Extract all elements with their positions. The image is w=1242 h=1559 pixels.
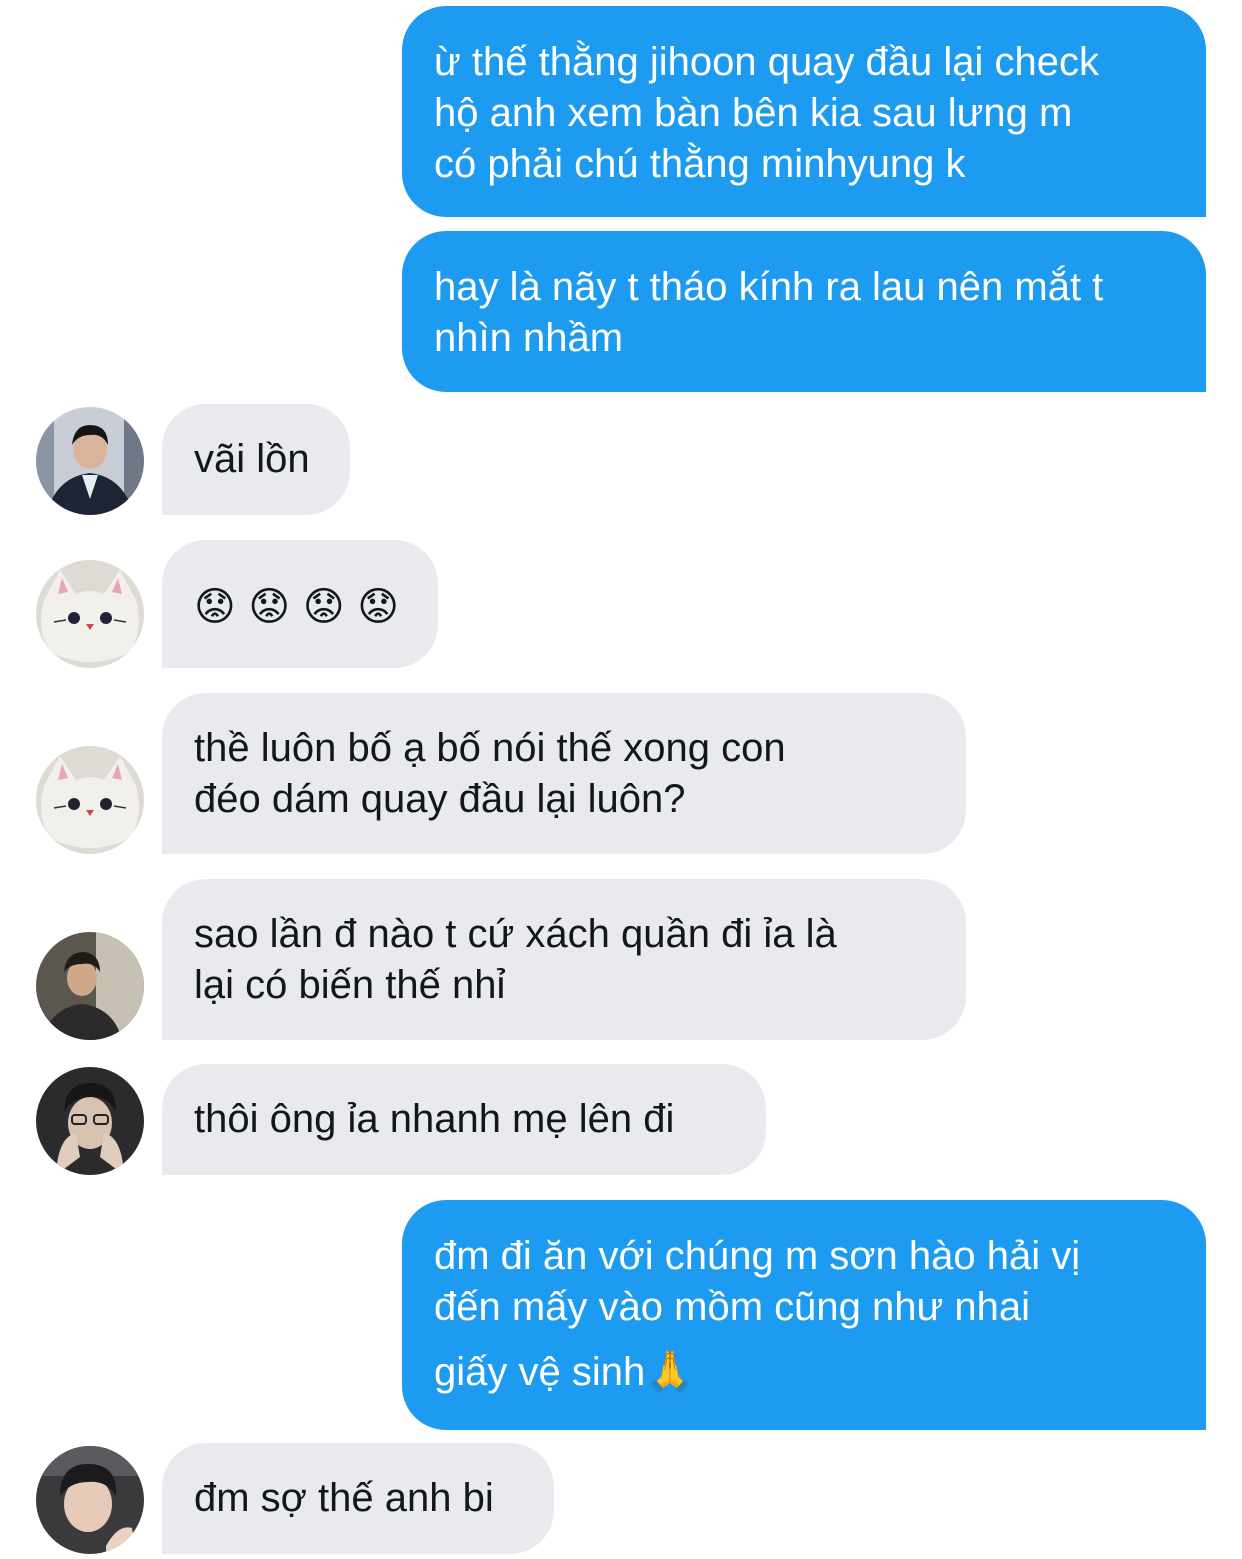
incoming-message[interactable]: thôi ông ỉa nhanh mẹ lên đi: [162, 1064, 766, 1175]
outgoing-message[interactable]: đm đi ăn với chúng m sơn hào hải vị đến …: [402, 1200, 1206, 1430]
message-text-line: vãi lồn: [194, 437, 310, 481]
message-text-line: thề luôn bố ạ bố nói thế xong con: [194, 726, 786, 770]
incoming-message[interactable]: thề luôn bố ạ bố nói thế xong con đéo dá…: [162, 693, 966, 854]
message-text-line: đéo dám quay đầu lại luôn?: [194, 777, 686, 821]
message-text-line: có phải chú thằng minhyung k: [434, 142, 966, 186]
message-text-line: giấy vệ sinh🙏: [434, 1350, 696, 1394]
young-man-dark-avatar[interactable]: [36, 932, 144, 1040]
message-text-line: đm sợ thế anh bi: [194, 1476, 494, 1520]
incoming-message[interactable]: vãi lồn: [162, 404, 350, 515]
cat-plush-avatar[interactable]: [36, 560, 144, 668]
incoming-message[interactable]: 😟 😟 😟 😟: [162, 540, 438, 668]
message-text-line: hộ anh xem bàn bên kia sau lưng m: [434, 91, 1073, 135]
message-text-line: đến mấy vào mồm cũng như nhai: [434, 1285, 1030, 1329]
message-text-line: đm đi ăn với chúng m sơn hào hải vị: [434, 1234, 1081, 1278]
young-man-avatar[interactable]: [36, 1446, 144, 1554]
message-text-line: sao lần đ nào t cứ xách quần đi ỉa là: [194, 912, 837, 956]
incoming-message[interactable]: sao lần đ nào t cứ xách quần đi ỉa là lạ…: [162, 879, 966, 1040]
outgoing-message[interactable]: hay là nãy t tháo kính ra lau nên mắt t …: [402, 231, 1206, 392]
message-text-line: thôi ông ỉa nhanh mẹ lên đi: [194, 1097, 675, 1141]
message-text-line: lại có biến thế nhỉ: [194, 963, 506, 1007]
worried-face-emoji-row: 😟 😟 😟 😟: [194, 584, 399, 630]
message-text-line: nhìn nhầm: [434, 316, 624, 360]
man-with-glasses-avatar[interactable]: [36, 1067, 144, 1175]
message-text-line: ừ thế thằng jihoon quay đầu lại check: [434, 40, 1100, 84]
message-text-line: hay là nãy t tháo kính ra lau nên mắt t: [434, 265, 1104, 309]
man-in-suit-avatar[interactable]: [36, 407, 144, 515]
incoming-message[interactable]: đm sợ thế anh bi: [162, 1443, 554, 1554]
cat-plush-avatar[interactable]: [36, 746, 144, 854]
outgoing-message[interactable]: ừ thế thằng jihoon quay đầu lại check hộ…: [402, 6, 1206, 217]
